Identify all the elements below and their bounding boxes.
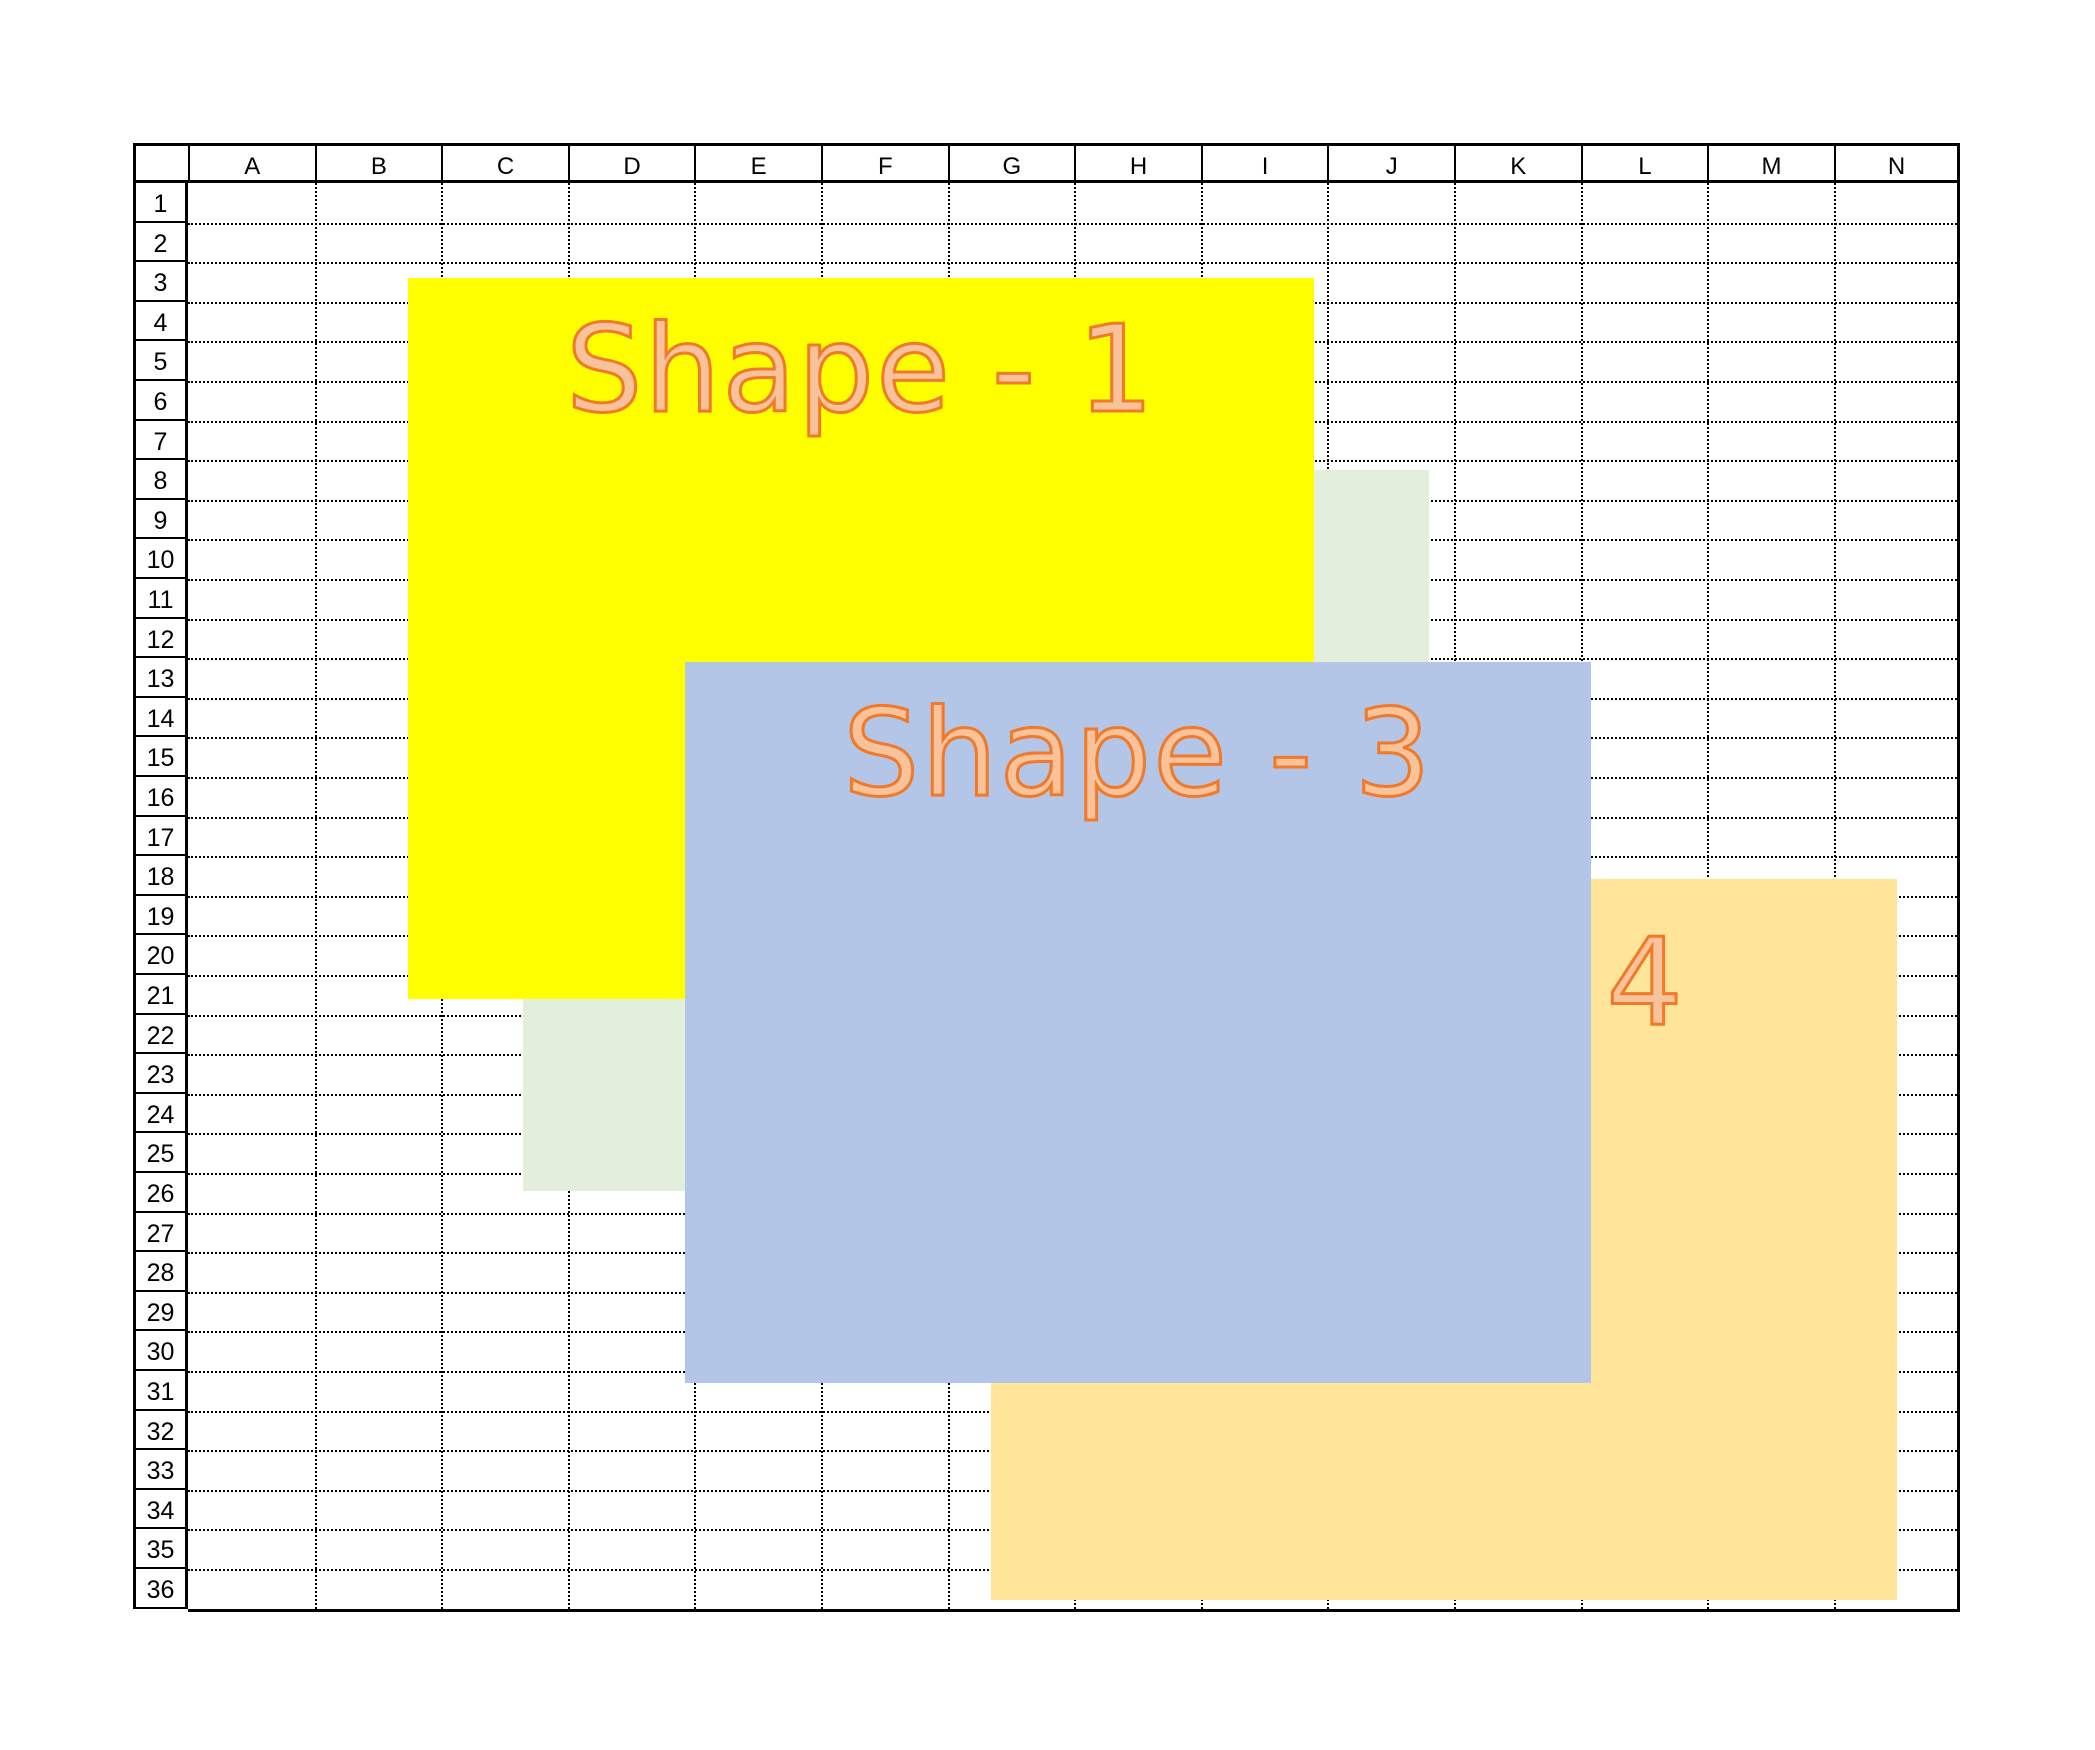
row-header-36[interactable]: 36 <box>133 1569 188 1609</box>
column-header-f[interactable]: F <box>821 143 948 183</box>
row-header-12[interactable]: 12 <box>133 618 188 659</box>
row-header-13[interactable]: 13 <box>133 658 188 698</box>
row-header-3[interactable]: 3 <box>133 262 188 302</box>
row-header-4[interactable]: 4 <box>133 301 188 342</box>
row-header-27[interactable]: 27 <box>133 1212 188 1253</box>
row-header-2[interactable]: 2 <box>133 222 188 263</box>
row-header-10[interactable]: 10 <box>133 539 188 579</box>
column-header-e[interactable]: E <box>694 143 821 183</box>
shape-3-rectangle[interactable]: Shape - 3 <box>685 662 1591 1383</box>
row-header-26[interactable]: 26 <box>133 1173 188 1213</box>
shape-3-label: Shape - 3 <box>842 685 1433 824</box>
column-header-h[interactable]: H <box>1074 143 1201 183</box>
column-header-g[interactable]: G <box>947 143 1075 183</box>
grid-bottom-border <box>188 1608 1961 1612</box>
row-header-25[interactable]: 25 <box>133 1133 188 1173</box>
row-header-5[interactable]: 5 <box>133 341 188 381</box>
column-header-b[interactable]: B <box>314 143 442 183</box>
row-header-35[interactable]: 35 <box>133 1529 188 1569</box>
row-header-32[interactable]: 32 <box>133 1410 188 1451</box>
row-header-17[interactable]: 17 <box>133 816 188 857</box>
row-header-18[interactable]: 18 <box>133 856 188 896</box>
row-header-19[interactable]: 19 <box>133 895 188 936</box>
column-header-a[interactable]: A <box>188 143 315 183</box>
shape-1-label: Shape - 1 <box>565 301 1156 440</box>
row-header-28[interactable]: 28 <box>133 1252 188 1292</box>
row-header-31[interactable]: 31 <box>133 1371 188 1411</box>
row-header-8[interactable]: 8 <box>133 460 188 500</box>
select-all-corner[interactable] <box>133 143 188 183</box>
row-header-15[interactable]: 15 <box>133 737 188 777</box>
row-header-21[interactable]: 21 <box>133 975 188 1015</box>
grid-right-border <box>1957 143 1961 1612</box>
column-header-l[interactable]: L <box>1580 143 1708 183</box>
column-header-j[interactable]: J <box>1327 143 1454 183</box>
grid-row-line <box>188 262 1961 265</box>
row-header-1[interactable]: 1 <box>133 183 188 223</box>
column-header-m[interactable]: M <box>1707 143 1834 183</box>
row-header-20[interactable]: 20 <box>133 935 188 975</box>
row-header-33[interactable]: 33 <box>133 1450 188 1490</box>
row-header-7[interactable]: 7 <box>133 420 188 461</box>
column-header-d[interactable]: D <box>567 143 695 183</box>
row-header-29[interactable]: 29 <box>133 1291 188 1332</box>
row-header-30[interactable]: 30 <box>133 1331 188 1371</box>
column-header-n[interactable]: N <box>1833 143 1961 183</box>
row-header-6[interactable]: 6 <box>133 381 188 421</box>
row-header-9[interactable]: 9 <box>133 499 188 540</box>
column-header-c[interactable]: C <box>441 143 568 183</box>
row-header-11[interactable]: 11 <box>133 579 188 619</box>
row-header-24[interactable]: 24 <box>133 1093 188 1134</box>
row-header-16[interactable]: 16 <box>133 777 188 817</box>
row-header-34[interactable]: 34 <box>133 1489 188 1530</box>
row-header-23[interactable]: 23 <box>133 1054 188 1094</box>
row-header-14[interactable]: 14 <box>133 697 188 738</box>
row-header-22[interactable]: 22 <box>133 1014 188 1055</box>
grid-row-line <box>188 222 1961 225</box>
column-header-i[interactable]: I <box>1200 143 1328 183</box>
column-header-k[interactable]: K <box>1454 143 1581 183</box>
